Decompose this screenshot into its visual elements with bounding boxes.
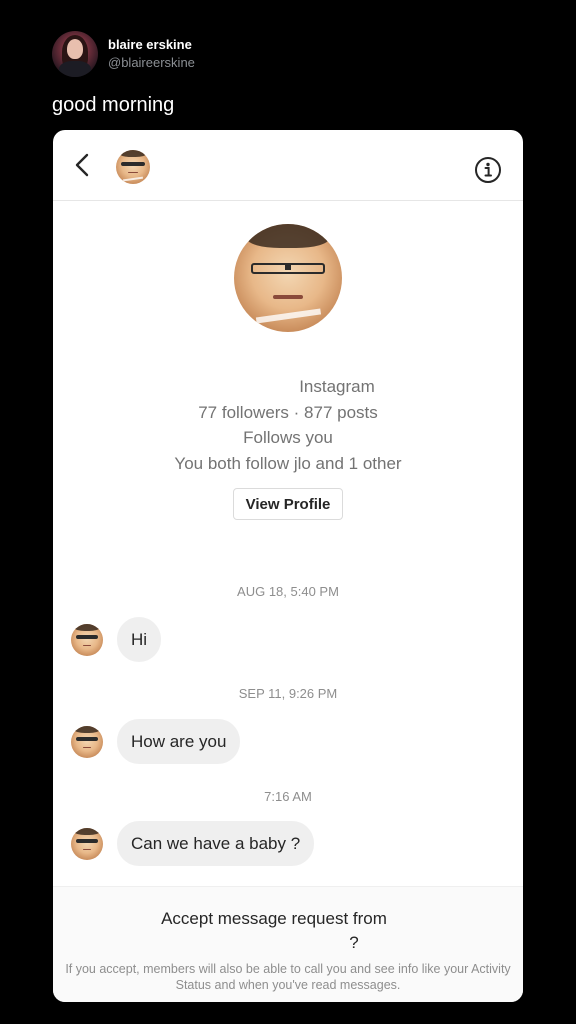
message-request-panel: Accept message request from ? If you acc… — [53, 886, 523, 1002]
profile-platform: Instagram — [299, 377, 375, 396]
tweet-text: good morning — [52, 94, 175, 116]
accept-request-title-line1: Accept message request from — [161, 909, 387, 928]
dm-screenshot-card: Instagram 77 followers · 877 posts Follo… — [53, 130, 523, 1002]
message-timestamp: SEP 11, 9:26 PM — [238, 686, 338, 701]
accept-request-title: Accept message request from ? — [53, 907, 523, 955]
message-timestamp: AUG 18, 5:40 PM — [237, 584, 339, 599]
message-row: How are you — [71, 719, 241, 764]
message-bubble[interactable]: Hi — [117, 617, 162, 662]
author-handle[interactable]: @blaireerskine — [108, 54, 195, 72]
sender-avatar[interactable] — [71, 623, 103, 656]
message-timestamp: 7:16 AM — [264, 789, 312, 804]
message-row: Can we have a baby ? — [71, 821, 315, 866]
sender-avatar[interactable] — [71, 725, 103, 758]
view-profile-button[interactable]: View Profile — [233, 488, 343, 520]
chat-avatar[interactable] — [116, 150, 150, 184]
message-bubble[interactable]: Can we have a baby ? — [117, 821, 315, 866]
profile-follows-you: Follows you — [243, 428, 333, 447]
profile-info: Instagram 77 followers · 877 posts Follo… — [53, 374, 523, 476]
chevron-left-icon[interactable] — [71, 152, 97, 178]
tweet-header: blaire erskine @blaireerskine — [52, 31, 195, 77]
accept-request-title-line2: ? — [349, 933, 359, 952]
profile-stats: 77 followers · 877 posts — [198, 402, 378, 422]
message-row: Hi — [71, 617, 162, 662]
dm-topbar — [53, 130, 523, 201]
profile-picture[interactable] — [234, 224, 342, 332]
profile-mutuals: You both follow jlo and 1 other — [174, 453, 402, 473]
author-names: blaire erskine @blaireerskine — [108, 36, 195, 72]
author-avatar[interactable] — [52, 31, 98, 77]
author-display-name[interactable]: blaire erskine — [108, 36, 195, 54]
sender-avatar[interactable] — [71, 827, 103, 860]
accept-request-subtext: If you accept, members will also be able… — [65, 962, 511, 992]
message-bubble[interactable]: How are you — [117, 719, 241, 764]
info-circle-icon[interactable] — [474, 156, 502, 184]
